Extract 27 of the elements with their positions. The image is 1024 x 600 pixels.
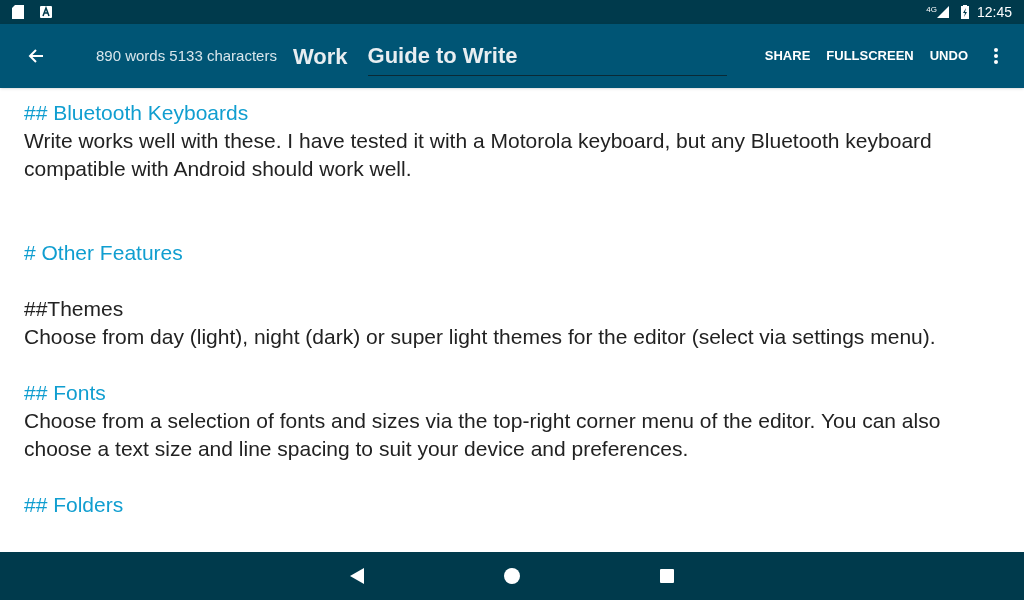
paragraph: Write works well with these. I have tested it with a Motorola keyboard, but any Bluetooth keyboard compatible with Android should work well. (24, 128, 933, 182)
sd-card-icon (12, 5, 24, 19)
paragraph: ##Themes (24, 296, 125, 322)
back-arrow-icon (28, 48, 44, 64)
clock: 12:45 (976, 2, 1012, 22)
home-nav-button[interactable] (504, 568, 520, 584)
title-field[interactable]: Guide to Write (367, 36, 727, 76)
markdown-heading: ## Bluetooth Keyboards (24, 100, 250, 126)
signal-icon (936, 6, 949, 18)
back-triangle-icon (350, 568, 364, 584)
notification-icon (40, 6, 52, 18)
home-circle-icon (504, 568, 520, 584)
folder-name: Work (292, 42, 348, 71)
action-button[interactable]: UNDO (921, 36, 976, 76)
action-button[interactable]: FULLSCREEN (818, 36, 922, 76)
markdown-heading: ## Fonts (24, 380, 107, 406)
more-icon (994, 48, 998, 64)
battery-icon (960, 5, 969, 19)
back-nav-button[interactable] (350, 568, 364, 584)
markdown-heading: # Other Features (24, 240, 184, 266)
paragraph: Choose from a selection of fonts and sizes via the top-right corner menu of the editor. You can also choose a text size and line spacing to suit your device and preferences. (24, 408, 942, 462)
network-label: 4G (926, 4, 937, 16)
markdown-heading: ## Folders (24, 492, 125, 518)
action-button[interactable]: SHARE (756, 36, 819, 76)
word-count: 890 words 5133 characters (96, 45, 277, 66)
paragraph: Choose from day (light), night (dark) or super light themes for the editor (select via settings menu). (24, 324, 937, 350)
recents-square-icon (660, 569, 674, 583)
